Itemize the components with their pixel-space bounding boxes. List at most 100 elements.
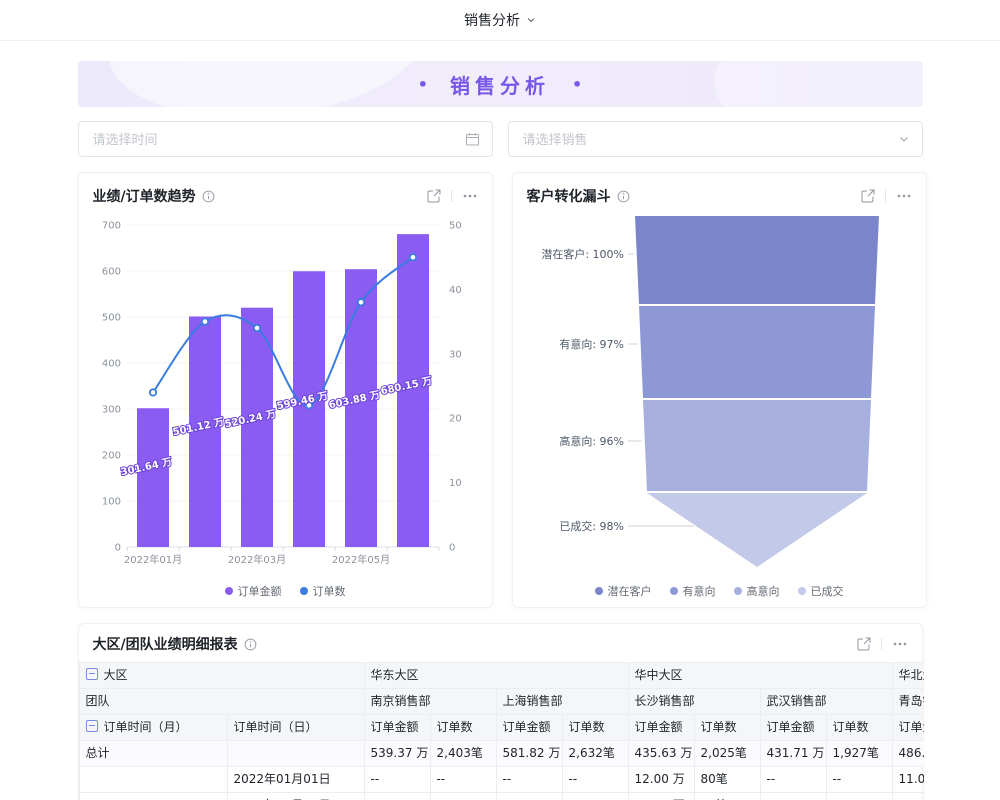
metric-header: 订单数 xyxy=(826,715,892,741)
trend-chart: 0100200300400500600700010203040502022年01… xyxy=(93,209,478,581)
y-axis-left-tick: 300 xyxy=(101,405,120,416)
sales-filter[interactable] xyxy=(508,121,923,157)
dashboard-switcher[interactable]: 销售分析 xyxy=(464,10,536,30)
info-icon[interactable] xyxy=(202,190,215,203)
funnel-chart: 潜在客户: 100%有意向: 97%高意向: 96%已成交: 98% xyxy=(527,209,912,581)
export-icon[interactable] xyxy=(857,637,871,651)
month-header-cell: 订单时间（月） xyxy=(79,715,227,741)
card-actions xyxy=(857,637,908,651)
trend-line-point[interactable] xyxy=(201,318,207,324)
team-group-header: 上海销售部 xyxy=(496,689,628,715)
data-cell: 1,927笔 xyxy=(826,741,892,767)
day-cell: 2022年01月02日 xyxy=(227,793,364,800)
y-axis-left-tick: 700 xyxy=(101,221,120,232)
y-axis-left-tick: 100 xyxy=(101,497,120,508)
data-cell: -- xyxy=(364,767,430,793)
report-table-wrap: 大区华东大区华中大区华北大区团队南京销售部上海销售部长沙销售部武汉销售部青岛销售… xyxy=(79,662,924,800)
team-group-header: 青岛销售部 xyxy=(892,689,923,715)
legend-item[interactable]: 有意向 xyxy=(670,583,716,599)
metric-header: 订单金额 xyxy=(892,715,923,741)
month-cell xyxy=(79,793,227,800)
x-axis-label: 2022年05月 xyxy=(331,553,389,566)
funnel-segment[interactable] xyxy=(635,216,879,304)
metric-header: 订单金额 xyxy=(364,715,430,741)
export-icon[interactable] xyxy=(427,189,441,203)
data-cell: -- xyxy=(496,767,562,793)
y-axis-left-tick: 0 xyxy=(114,543,120,554)
legend-item[interactable]: 高意向 xyxy=(734,583,780,599)
trend-bar[interactable] xyxy=(137,408,169,547)
y-axis-right-tick: 40 xyxy=(449,285,462,296)
more-icon[interactable] xyxy=(896,189,912,203)
data-cell: 431.71 万 xyxy=(760,741,826,767)
metric-header-row: 订单时间（月）订单时间（日）订单金额订单数订单金额订单数订单金额订单数订单金额订… xyxy=(79,715,924,741)
trend-line-point[interactable] xyxy=(149,389,155,395)
day-header-cell: 订单时间（日） xyxy=(227,715,364,741)
legend-item[interactable]: 潜在客户 xyxy=(595,583,652,599)
trend-line-point[interactable] xyxy=(253,325,259,331)
trend-card-header: 业绩/订单数趋势 xyxy=(93,183,478,209)
data-cell: 581.82 万 xyxy=(496,741,562,767)
region-group-header: 华北大区 xyxy=(892,663,923,689)
more-icon[interactable] xyxy=(892,637,908,651)
time-filter[interactable] xyxy=(78,121,493,157)
trend-line-point[interactable] xyxy=(357,299,363,305)
data-cell: 435.63 万 xyxy=(628,741,694,767)
funnel-segment[interactable] xyxy=(647,493,867,567)
card-actions xyxy=(427,189,478,203)
trend-bar[interactable] xyxy=(345,269,377,547)
collapse-icon[interactable] xyxy=(86,668,98,680)
filter-bar xyxy=(78,121,923,157)
report-table: 大区华东大区华中大区华北大区团队南京销售部上海销售部长沙销售部武汉销售部青岛销售… xyxy=(79,662,924,800)
table-row: 2022年01月02日--------22.05 万90笔---- xyxy=(79,793,924,800)
team-header-cell: 团队 xyxy=(79,689,364,715)
data-cell: -- xyxy=(760,767,826,793)
y-axis-right-tick: 20 xyxy=(449,414,462,425)
region-group-header: 华中大区 xyxy=(628,663,892,689)
y-axis-left-tick: 400 xyxy=(101,359,120,370)
x-axis-label: 2022年01月 xyxy=(123,553,181,566)
export-icon[interactable] xyxy=(861,189,875,203)
info-icon[interactable] xyxy=(617,190,630,203)
divider xyxy=(885,190,886,202)
data-cell: 22.05 万 xyxy=(628,793,694,800)
trend-line-point[interactable] xyxy=(409,254,415,260)
team-header-row: 团队南京销售部上海销售部长沙销售部武汉销售部青岛销售部 xyxy=(79,689,924,715)
data-cell: -- xyxy=(430,793,496,800)
data-cell xyxy=(892,793,923,800)
team-group-header: 南京销售部 xyxy=(364,689,496,715)
data-cell: -- xyxy=(760,793,826,800)
legend-item[interactable]: 订单金额 xyxy=(225,583,282,599)
data-cell: 486.0 xyxy=(892,741,923,767)
funnel-segment[interactable] xyxy=(643,400,871,491)
chevron-down-icon xyxy=(898,133,910,145)
month-cell: 总计 xyxy=(79,741,227,767)
funnel-stage-label: 有意向: 97% xyxy=(559,337,624,351)
x-axis-label: 2022年03月 xyxy=(227,553,285,566)
data-cell: 11.07 xyxy=(892,767,923,793)
collapse-icon[interactable] xyxy=(86,720,98,732)
card-actions xyxy=(861,189,912,203)
topbar: 销售分析 xyxy=(0,0,1000,41)
data-cell: 80笔 xyxy=(694,767,760,793)
divider xyxy=(451,190,452,202)
y-axis-left-tick: 500 xyxy=(101,313,120,324)
more-icon[interactable] xyxy=(462,189,478,203)
data-cell: -- xyxy=(826,793,892,800)
y-axis-right-tick: 30 xyxy=(449,349,462,360)
funnel-segment[interactable] xyxy=(639,306,875,398)
data-cell: -- xyxy=(496,793,562,800)
legend-item[interactable]: 已成交 xyxy=(798,583,844,599)
calendar-icon xyxy=(465,132,480,147)
legend-dot xyxy=(798,587,806,595)
divider xyxy=(881,638,882,650)
time-filter-input[interactable] xyxy=(91,131,465,148)
region-header-row: 大区华东大区华中大区华北大区 xyxy=(79,663,924,689)
funnel-card: 客户转化漏斗 潜在客户: 100%有意向: 97%高意向: 96%已成交: 98… xyxy=(512,172,927,608)
info-icon[interactable] xyxy=(244,638,257,651)
data-cell: 539.37 万 xyxy=(364,741,430,767)
legend-item[interactable]: 订单数 xyxy=(300,583,346,599)
metric-header: 订单金额 xyxy=(496,715,562,741)
metric-header: 订单金额 xyxy=(760,715,826,741)
sales-filter-input[interactable] xyxy=(521,131,898,148)
